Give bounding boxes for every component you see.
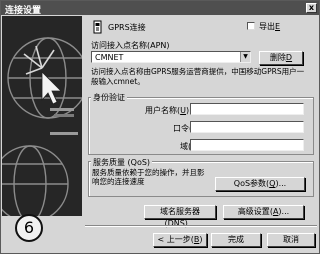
apn-select[interactable]: CMNET ▼ xyxy=(91,51,251,63)
username-field[interactable] xyxy=(190,103,304,115)
export-checkbox[interactable] xyxy=(247,22,255,30)
step-number-badge: 6 xyxy=(15,214,43,242)
qos-description: 服务质量依赖于您的操作，并且影响您的连接速度 xyxy=(92,168,205,186)
advanced-settings-button[interactable]: 高级设置(A)... xyxy=(223,205,304,219)
export-label: 导出E xyxy=(259,22,281,31)
qos-group-title: 服务质量 (QoS) xyxy=(91,157,153,168)
delete-apn-button[interactable]: 删除D xyxy=(259,51,303,65)
window-title: 连接设置 xyxy=(5,6,42,16)
chevron-down-icon[interactable]: ▼ xyxy=(240,52,250,62)
qos-params-button[interactable]: QoS参数(Q)... xyxy=(215,177,305,191)
password-field[interactable] xyxy=(190,121,304,133)
apn-value: CMNET xyxy=(95,53,124,62)
gprs-phone-icon xyxy=(93,20,102,34)
apn-help-text: 访问接入点名称由GPRS服务运营商提供，中国移动GPRS用户一般输入cmnet。 xyxy=(91,67,305,86)
footer-separator xyxy=(85,225,317,227)
dns-button[interactable]: 域名服务器(DNS)... xyxy=(144,205,216,228)
username-label: 用户名称(U): xyxy=(145,106,192,115)
title-bar: 连接设置 x xyxy=(1,1,319,16)
domain-field[interactable] xyxy=(190,139,304,151)
finish-button[interactable]: 完成 xyxy=(211,233,261,247)
apn-label: 访问接入点名称(APN) xyxy=(91,41,170,50)
wizard-illustration xyxy=(2,16,82,216)
globe-cursor-illustration xyxy=(2,37,82,216)
back-button[interactable]: < 上一步(B) xyxy=(153,233,207,247)
cancel-button[interactable]: 取消 xyxy=(267,233,315,247)
close-icon: x xyxy=(308,3,315,12)
connection-settings-dialog: 连接设置 x 6 GPRS连接 导出E 访问接入点名称(APN) CMNET ▼… xyxy=(0,0,320,254)
connection-type-label: GPRS连接 xyxy=(108,23,146,32)
auth-group-title: 身份验证 xyxy=(91,92,127,103)
close-button[interactable]: x xyxy=(306,3,317,13)
